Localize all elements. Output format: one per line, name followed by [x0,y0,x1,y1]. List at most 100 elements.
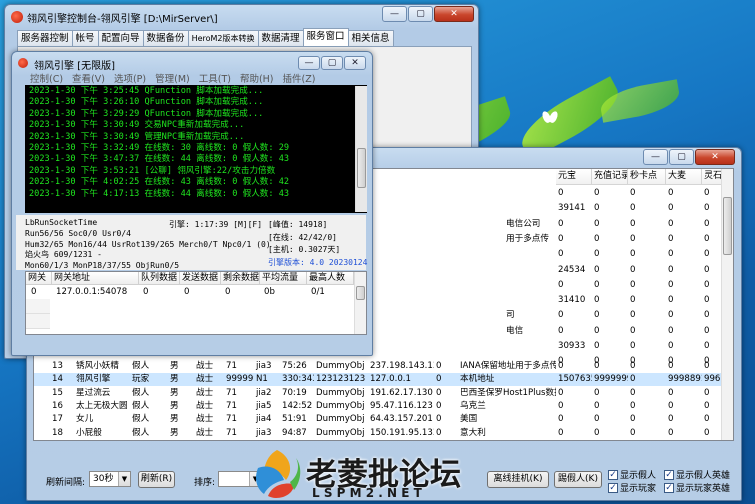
table-row-cell[interactable]: DummyObj [314,413,368,426]
interval-select[interactable]: 30秒 ▼ [89,471,131,487]
table-row-cell[interactable]: 17 [50,413,72,426]
table-row-cell[interactable]: 战士 [194,387,224,400]
table-row-cell[interactable]: 0 [434,427,458,440]
minimize-button[interactable]: — [643,149,668,165]
table-row-cell[interactable]: 13 [50,360,72,373]
table-row-cell[interactable]: 330:343 [280,373,314,386]
log-scroll-thumb[interactable] [357,148,366,188]
table-row-cell[interactable]: 0 [556,413,592,426]
table-row-cell[interactable]: 95.47.116.123 [368,400,434,413]
table-row-cell[interactable]: 男 [168,400,194,413]
kick-bot-button[interactable]: 踢假人(K) [554,471,602,488]
table-row-cell[interactable]: 男 [168,360,194,373]
maximize-button[interactable]: ▢ [408,6,433,22]
table-row-cell[interactable]: 16 [50,400,72,413]
table-row-cell[interactable]: 123123123 [314,373,368,386]
table-row-cell[interactable]: 翎风引擎 [74,373,130,386]
column-header[interactable]: 剩余数据 [221,272,260,285]
maximize-button[interactable]: ▢ [321,56,343,70]
table-row-cell[interactable]: jia4 [254,413,280,426]
table-row-cell[interactable]: 9998891 [666,373,702,386]
table-row-cell[interactable]: 战士 [194,373,224,386]
show-bots-checkbox[interactable]: ✓ 显示假人 [608,468,656,481]
table-row-cell[interactable]: 战士 [194,413,224,426]
table-row-cell[interactable]: 0 [592,400,628,413]
table-row-cell[interactable]: 94:87 [280,427,314,440]
column-header[interactable]: 发送数据 [180,272,221,285]
close-button[interactable]: ✕ [434,6,474,22]
table-row-cell[interactable]: 0 [434,360,458,373]
table-row-cell[interactable]: 127.0.0.1 [368,373,434,386]
table-row-cell[interactable]: 本机地址 [458,373,556,386]
table-row-cell[interactable]: 男 [168,413,194,426]
table-row-cell[interactable]: 0 [592,427,628,440]
tab-server-control[interactable]: 服务器控制 [17,30,73,46]
table-row-cell[interactable]: 0 [628,360,666,373]
table-row-cell[interactable]: 战士 [194,400,224,413]
log-scrollbar[interactable] [355,86,367,212]
table-row-cell[interactable]: 0 [556,400,592,413]
table-row-cell[interactable]: 70:19 [280,387,314,400]
table-row-cell[interactable]: 假人 [130,360,168,373]
column-header[interactable]: 平均流量 [260,272,307,285]
offline-afk-button[interactable]: 离线挂机(K) [487,471,549,488]
table-row-cell[interactable]: 巴西圣保罗Host1Plus数据 [458,387,556,400]
table-row-cell[interactable]: 71 [224,413,254,426]
table-row-cell[interactable]: 237.198.143.13 [368,360,434,373]
table-row-cell[interactable]: 150.191.95.133 [368,427,434,440]
table-row-cell[interactable]: jia3 [254,360,280,373]
grid-scrollbar[interactable] [721,169,733,440]
table-row-cell[interactable]: DummyObj [314,387,368,400]
menu-manage[interactable]: 管理(M) [155,71,190,85]
table-row-cell[interactable]: 玩家 [130,373,168,386]
table-row-cell[interactable]: 0 [556,360,592,373]
table-row-cell[interactable]: 14 [50,373,72,386]
table-row-cell[interactable]: IANA保留地址用于多点传 [458,360,556,373]
table-row-cell[interactable]: 战士 [194,427,224,440]
column-header[interactable]: 秒卡点 [628,169,666,185]
table-row-cell[interactable]: jia5 [254,400,280,413]
menu-tools[interactable]: 工具(T) [199,71,231,85]
table-row-cell[interactable]: 99617 [702,373,722,386]
table-row-cell[interactable]: 0 [666,387,702,400]
table-row-cell[interactable]: 太上无极大圆 [74,400,130,413]
table-row-cell[interactable]: 0 [592,387,628,400]
minimize-button[interactable]: — [382,6,407,22]
table-row-cell[interactable]: 意大利 [458,427,556,440]
table-row-cell[interactable]: 0 [628,427,666,440]
close-button[interactable]: ✕ [344,56,366,70]
tab-config-wizard[interactable]: 配置向导 [97,30,144,46]
table-row-cell[interactable]: 191.62.17.130 [368,387,434,400]
column-header[interactable]: 最高人数 [307,272,354,285]
table-row-cell[interactable]: N1 [254,373,280,386]
table-row-cell[interactable]: 星过流云 [74,387,130,400]
table-row-cell[interactable]: 15 [50,387,72,400]
table-row-cell[interactable]: 0 [434,400,458,413]
tab-herom2-convert[interactable]: HeroM2版本转换 [187,30,259,46]
column-header[interactable]: 充值记录 [592,169,628,185]
table-row-cell[interactable]: 999999 [224,373,254,386]
table-row-cell[interactable]: 71 [224,387,254,400]
menu-plugins[interactable]: 插件(Z) [283,71,316,85]
table-row-cell[interactable]: 0 [666,413,702,426]
table-row-cell[interactable]: 0 [628,400,666,413]
table-row-cell[interactable]: 女儿 [74,413,130,426]
table-row-cell[interactable]: 0 [702,413,722,426]
table-row-cell[interactable]: 男 [168,387,194,400]
table-row-cell[interactable]: 假人 [130,427,168,440]
table-row-cell[interactable]: 0 [434,413,458,426]
table-row-cell[interactable]: 71 [224,400,254,413]
table-row-cell[interactable]: 美国 [458,413,556,426]
table-row-cell[interactable]: 18 [50,427,72,440]
table-row-cell[interactable]: jia3 [254,427,280,440]
table-row-cell[interactable]: 假人 [130,413,168,426]
maximize-button[interactable]: ▢ [669,149,694,165]
table-row-cell[interactable]: 0 [628,413,666,426]
table-row-cell[interactable]: 假人 [130,400,168,413]
table-row-cell[interactable]: 75:26 [280,360,314,373]
table-row-cell[interactable]: 0 [702,400,722,413]
table-row-cell[interactable]: 0 [556,387,592,400]
table-row-cell[interactable]: 0 [702,427,722,440]
log-console[interactable]: 2023-1-30 下午 3:25:45 QFunction 脚本加载完成...… [25,85,367,213]
column-header[interactable]: 网关地址 [52,272,139,285]
